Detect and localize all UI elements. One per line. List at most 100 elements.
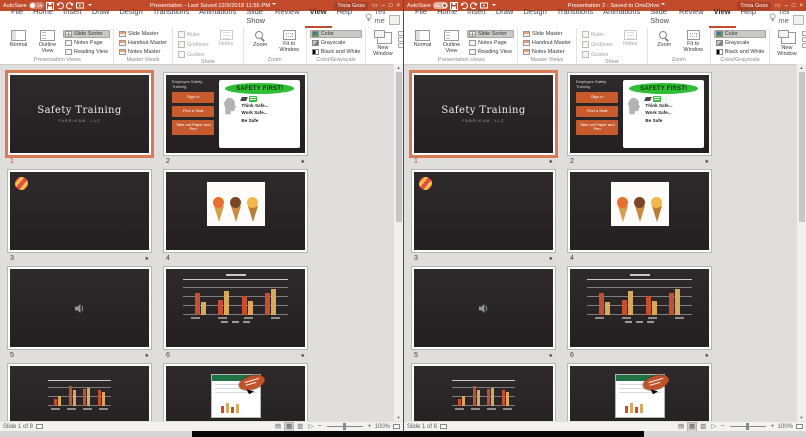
new-window-button[interactable]: New Window <box>369 29 396 58</box>
outline-view-button[interactable]: Outline View <box>34 29 61 55</box>
normal-view-button[interactable]: Normal <box>409 29 436 48</box>
tab-slide-show[interactable]: Slide Show <box>645 4 674 28</box>
slide-master-button[interactable]: Slide Master <box>117 30 169 38</box>
slide-sorter-status-icon[interactable]: ▦ <box>687 421 698 431</box>
slide-thumbnail[interactable] <box>7 169 152 253</box>
zoom-in-button[interactable]: + <box>771 423 775 430</box>
restore-button[interactable]: □ <box>389 3 393 9</box>
reading-view-button[interactable]: Reading View <box>63 48 110 56</box>
tell-me-box[interactable]: Tell me <box>365 7 389 28</box>
slide-thumbnail[interactable] <box>567 266 712 350</box>
close-button[interactable]: × <box>396 3 400 9</box>
undo-icon[interactable] <box>56 1 64 10</box>
handout-master-button[interactable]: Handout Master <box>117 39 169 47</box>
zoom-slider[interactable] <box>729 423 766 430</box>
gridlines-checkbox[interactable]: Gridlines <box>176 40 211 49</box>
tell-me-box[interactable]: Tell me <box>769 7 793 28</box>
autosave-toggle[interactable]: Off <box>28 2 44 9</box>
zoom-button[interactable]: Zoom <box>247 29 274 48</box>
slide-master-button[interactable]: Slide Master <box>521 30 573 38</box>
reading-view-status-icon[interactable]: ▥ <box>296 423 304 431</box>
slideshow-status-icon[interactable]: ▷ <box>710 423 717 431</box>
gridlines-checkbox[interactable]: Gridlines <box>580 40 615 49</box>
slide-thumbnail[interactable]: Safety Training FABRIKAM, LLC <box>5 70 154 158</box>
scrollbar-thumb[interactable] <box>395 72 402 222</box>
redo-icon[interactable] <box>469 1 478 10</box>
slide-sorter-pane[interactable]: Safety Training FABRIKAM, LLC 1 Employee Sa… <box>0 64 393 421</box>
guides-checkbox[interactable]: Guides <box>176 50 211 59</box>
vertical-scrollbar[interactable]: ▲ ▼ <box>393 64 403 421</box>
outline-view-button[interactable]: Outline View <box>438 29 465 55</box>
slide-sorter-button[interactable]: Slide Sorter <box>63 30 110 38</box>
tab-help[interactable]: Help <box>736 4 761 28</box>
notes-button[interactable]: Notes <box>617 29 644 47</box>
fit-to-window-button[interactable]: Fit to Window <box>680 29 707 54</box>
ruler-checkbox[interactable]: Ruler <box>580 30 615 39</box>
notes-button[interactable]: Notes <box>213 29 240 47</box>
slide-thumbnail[interactable] <box>411 169 556 253</box>
tab-review[interactable]: Review <box>270 4 305 28</box>
save-icon[interactable] <box>449 1 458 10</box>
scroll-up-icon[interactable]: ▲ <box>800 65 804 70</box>
tab-slide-show[interactable]: Slide Show <box>241 4 270 28</box>
normal-view-status-icon[interactable]: ▤ <box>677 423 685 431</box>
normal-view-status-icon[interactable]: ▤ <box>274 423 282 431</box>
save-icon[interactable] <box>45 1 54 10</box>
tab-file[interactable]: File <box>6 4 28 28</box>
tab-transitions[interactable]: Transitions <box>552 4 598 28</box>
tab-help[interactable]: Help <box>332 4 357 28</box>
notes-page-button[interactable]: Notes Page <box>467 39 514 47</box>
display-settings-icon[interactable] <box>36 424 44 429</box>
tab-draw[interactable]: Draw <box>87 4 115 28</box>
slide-thumbnail[interactable]: Employee Safety Training Sign In Find a Se… <box>163 72 308 156</box>
tab-design[interactable]: Design <box>518 4 551 28</box>
notes-page-button[interactable]: Notes Page <box>63 39 110 47</box>
tab-view[interactable]: View <box>708 4 736 28</box>
color-button[interactable]: Color <box>713 30 767 38</box>
tab-view[interactable]: View <box>304 4 332 28</box>
undo-icon[interactable] <box>460 1 468 10</box>
zoom-slider[interactable] <box>326 423 363 430</box>
scroll-up-icon[interactable]: ▲ <box>397 65 401 70</box>
autosave-toggle[interactable]: On <box>432 2 448 9</box>
slide-thumbnail[interactable] <box>411 363 556 421</box>
color-button[interactable]: Color <box>309 30 363 38</box>
zoom-out-button[interactable]: − <box>720 423 724 430</box>
black-and-white-button[interactable]: Black and White <box>310 48 363 56</box>
display-settings-icon[interactable] <box>440 424 448 429</box>
vertical-scrollbar[interactable]: ▲ ▼ <box>796 64 806 421</box>
start-slideshow-icon[interactable] <box>479 2 488 10</box>
tab-file[interactable]: File <box>410 4 432 28</box>
tab-animations[interactable]: Animations <box>598 4 645 28</box>
slide-thumbnail[interactable]: Safety Training FABRIKAM, LLC <box>409 70 558 158</box>
slide-thumbnail[interactable] <box>411 266 556 350</box>
tab-draw[interactable]: Draw <box>491 4 519 28</box>
zoom-slider-thumb[interactable] <box>746 423 750 430</box>
slide-thumbnail[interactable] <box>7 266 152 350</box>
fit-to-window-button[interactable]: Fit to Window <box>276 29 303 54</box>
scroll-down-icon[interactable]: ▼ <box>397 415 401 420</box>
slide-sorter-button[interactable]: Slide Sorter <box>467 30 514 38</box>
close-button[interactable]: × <box>799 3 803 9</box>
ruler-checkbox[interactable]: Ruler <box>176 30 211 39</box>
reading-view-button[interactable]: Reading View <box>467 48 514 56</box>
slide-thumbnail[interactable] <box>163 363 308 421</box>
tab-review[interactable]: Review <box>674 4 709 28</box>
normal-view-button[interactable]: Normal <box>5 29 32 48</box>
zoom-out-button[interactable]: − <box>317 423 321 430</box>
black-and-white-button[interactable]: Black and White <box>714 48 767 56</box>
slide-sorter-pane[interactable]: Safety Training FABRIKAM, LLC 1 ★ Employee S… <box>404 64 796 421</box>
scrollbar-thumb[interactable] <box>798 72 805 222</box>
slide-thumbnail[interactable]: Employee Safety Training Sign In Find a Se… <box>567 72 712 156</box>
fit-slide-to-window-icon[interactable] <box>393 424 400 429</box>
slide-thumbnail[interactable] <box>567 363 712 421</box>
notes-master-button[interactable]: Notes Master <box>117 48 169 56</box>
grayscale-button[interactable]: Grayscale <box>714 39 767 47</box>
slide-thumbnail[interactable] <box>163 169 308 253</box>
fit-slide-to-window-icon[interactable] <box>796 424 803 429</box>
move-split-icon[interactable] <box>802 43 806 48</box>
grayscale-button[interactable]: Grayscale <box>310 39 363 47</box>
slide-sorter-status-icon[interactable]: ▦ <box>284 421 295 431</box>
guides-checkbox[interactable]: Guides <box>580 50 615 59</box>
zoom-button[interactable]: Zoom <box>651 29 678 48</box>
